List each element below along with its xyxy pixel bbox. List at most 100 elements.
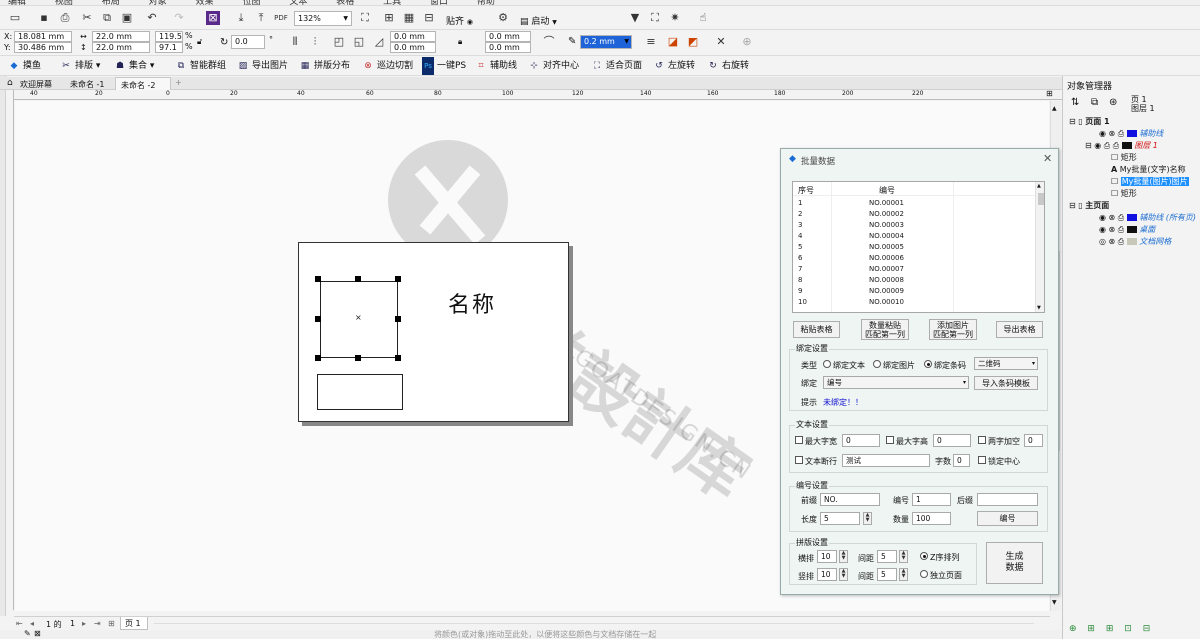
tree-item-guides-all[interactable]: ◉ ⊗ ⎙ 辅助线 (所有页) xyxy=(1099,212,1196,224)
bind-field-select[interactable]: 编号 ▾ xyxy=(823,376,969,389)
bind-image-radio[interactable] xyxy=(873,360,881,368)
tree-item-rect1[interactable]: ☐ 矩形 xyxy=(1111,152,1137,164)
line-break-field[interactable]: 测试 xyxy=(842,454,930,467)
tree-item-layer1[interactable]: ⊟ ◉ ⎙ ⎙ 图层 1 xyxy=(1085,140,1158,152)
scale-x-field[interactable]: 119.5 xyxy=(155,31,183,42)
table-row[interactable]: 6 NO.00006 xyxy=(793,253,1033,264)
selection-handle[interactable] xyxy=(395,316,401,322)
first-page-icon[interactable]: ⇤ xyxy=(16,619,23,628)
line-break-checkbox[interactable] xyxy=(795,456,803,464)
scale-y-field[interactable]: 97.1 xyxy=(155,42,183,53)
add-image-button[interactable]: 添加图片 匹配第一列 xyxy=(929,319,977,340)
full-screen-icon[interactable]: ⛶ xyxy=(356,9,374,27)
plugin-rotate-right-button[interactable]: ↻ 右旋转 xyxy=(707,57,749,75)
plugin-export-image-button[interactable]: ▨ 导出图片 xyxy=(237,57,288,75)
count-field[interactable]: 100 xyxy=(912,512,951,525)
plugin-imposition-button[interactable]: ✂ 排版 ▾ xyxy=(60,57,100,75)
length-field[interactable]: 5 xyxy=(820,512,860,525)
column-header-number[interactable]: 编号 xyxy=(879,185,895,196)
corner-bottom-left-field[interactable]: 0.0 mm xyxy=(390,42,436,53)
add-page-icon[interactable]: ⊞ xyxy=(108,619,115,628)
copy-icon[interactable]: ⧉ xyxy=(98,9,116,27)
prefix-field[interactable]: NO. xyxy=(820,493,880,506)
options-gear-icon[interactable]: ⚙ xyxy=(494,9,512,27)
new-document-icon[interactable]: ▭ xyxy=(6,9,24,27)
tab-welcome-screen[interactable]: 欢迎屏幕 xyxy=(20,79,52,90)
layer-manager-icon[interactable]: ⧉ xyxy=(1091,97,1098,108)
selection-handle[interactable] xyxy=(315,316,321,322)
tab-untitled-1[interactable]: 未命名 -1 xyxy=(70,79,105,90)
settings-gear-icon[interactable]: ✷ xyxy=(666,9,684,27)
plugin-collection-button[interactable]: ☗ 集合 ▾ xyxy=(114,57,154,75)
relative-scaling-icon[interactable]: ⌒ xyxy=(540,33,558,51)
vertical-gap-stepper[interactable]: ▲ ▼ xyxy=(899,568,908,581)
import-barcode-template-button[interactable]: 导入条码模板 xyxy=(974,376,1038,390)
suffix-field[interactable] xyxy=(977,493,1038,506)
paste-table-button[interactable]: 粘贴表格 xyxy=(793,321,840,338)
corner-lock-icon[interactable]: 🔒︎ xyxy=(458,37,462,47)
snap-to-dropdown[interactable]: 贴齐 ◉ xyxy=(446,14,473,27)
previous-page-icon[interactable]: ◂ xyxy=(30,619,34,628)
chamfered-corner-icon[interactable]: ◿ xyxy=(370,33,388,51)
outline-width-select[interactable]: 0.2 mm ▼ xyxy=(580,35,632,49)
selection-handle[interactable] xyxy=(355,355,361,361)
export-icon[interactable]: ⤒ xyxy=(252,9,270,27)
zoom-level-select[interactable]: 132% ▼ xyxy=(294,11,352,26)
selection-handle[interactable] xyxy=(395,355,401,361)
new-layer-icon[interactable]: ⊕ xyxy=(1069,624,1077,634)
scalloped-corner-icon[interactable]: ◱ xyxy=(350,33,368,51)
plugin-one-click-ps-button[interactable]: Ps 一键PS xyxy=(422,57,466,75)
table-row[interactable]: 3 NO.00003 xyxy=(793,220,1033,231)
pin-icon[interactable]: ▼ xyxy=(626,9,644,27)
generate-data-button[interactable]: 生成 数据 xyxy=(986,542,1043,584)
lock-center-checkbox[interactable] xyxy=(978,456,986,464)
two-char-spacing-checkbox[interactable] xyxy=(978,436,986,444)
to-back-icon[interactable]: ◩ xyxy=(684,33,702,51)
y-position-field[interactable]: 30.486 mm xyxy=(14,42,72,53)
next-page-icon[interactable]: ▸ xyxy=(82,619,86,628)
round-corner-icon[interactable]: ◰ xyxy=(330,33,348,51)
height-field[interactable]: 22.0 mm xyxy=(92,42,150,53)
table-row[interactable]: 4 NO.00004 xyxy=(793,231,1033,242)
home-icon[interactable]: ⌂ xyxy=(7,78,13,88)
export-table-button[interactable]: 导出表格 xyxy=(996,321,1043,338)
width-field[interactable]: 22.0 mm xyxy=(92,31,150,42)
x-position-field[interactable]: 18.081 mm xyxy=(14,31,72,42)
import-icon[interactable]: ⤓ xyxy=(232,9,250,27)
char-count-field[interactable]: 0 xyxy=(953,454,970,467)
tree-item-master-page[interactable]: ⊟ ▯ 主页面 xyxy=(1069,200,1109,212)
column-header-index[interactable]: 序号 xyxy=(798,185,814,196)
delete-layer-icon[interactable]: ⊟ xyxy=(1143,624,1151,634)
layer-view-icon[interactable]: ⊛ xyxy=(1109,97,1117,108)
quick-customize-icon[interactable]: ✕ xyxy=(712,33,730,51)
page-tab-1[interactable]: 页 1 xyxy=(120,617,148,630)
scroll-down-icon[interactable]: ▼ xyxy=(1052,599,1057,606)
launch-dropdown[interactable]: ▤ 启动 ▼ xyxy=(520,14,557,27)
tree-item-desktop[interactable]: ◉ ⊗ ⎙ 桌面 xyxy=(1099,224,1155,236)
z-order-radio[interactable] xyxy=(920,552,928,560)
show-guidelines-icon[interactable]: ⊟ xyxy=(420,9,438,27)
small-rectangle[interactable] xyxy=(317,374,403,410)
scroll-thumb[interactable] xyxy=(1038,193,1044,205)
mirror-horizontal-icon[interactable]: ⫴ xyxy=(286,33,304,51)
selection-handle[interactable] xyxy=(315,276,321,282)
plugin-smart-group-button[interactable]: ⧉ 智能群组 xyxy=(175,57,226,75)
rotation-angle-field[interactable]: 0.0 xyxy=(231,35,265,49)
plugin-fit-page-button[interactable]: ⛶ 适合页面 xyxy=(591,57,642,75)
generate-number-button[interactable]: 编号 xyxy=(977,511,1038,526)
tree-item-batch-image[interactable]: ☐ My批量(图片)图片 xyxy=(1111,176,1189,188)
save-icon[interactable]: ▪ xyxy=(35,9,53,27)
cut-icon[interactable]: ✂ xyxy=(78,9,96,27)
columns-field[interactable]: 10 xyxy=(817,550,837,563)
scroll-down-icon[interactable]: ▼ xyxy=(1037,305,1041,311)
rows-stepper[interactable]: ▲ ▼ xyxy=(839,568,848,581)
new-master-all-icon[interactable]: ⊞ xyxy=(1106,624,1114,634)
plugin-rotate-left-button[interactable]: ↺ 左旋转 xyxy=(653,57,695,75)
add-icon[interactable]: ⊕ xyxy=(738,33,756,51)
close-icon[interactable]: ✕ xyxy=(1043,152,1052,165)
bind-text-radio[interactable] xyxy=(823,360,831,368)
selection-handle[interactable] xyxy=(315,355,321,361)
max-width-checkbox[interactable] xyxy=(795,436,803,444)
table-row[interactable]: 9 NO.00009 xyxy=(793,286,1033,297)
publish-pdf-icon[interactable]: PDF xyxy=(272,9,290,27)
